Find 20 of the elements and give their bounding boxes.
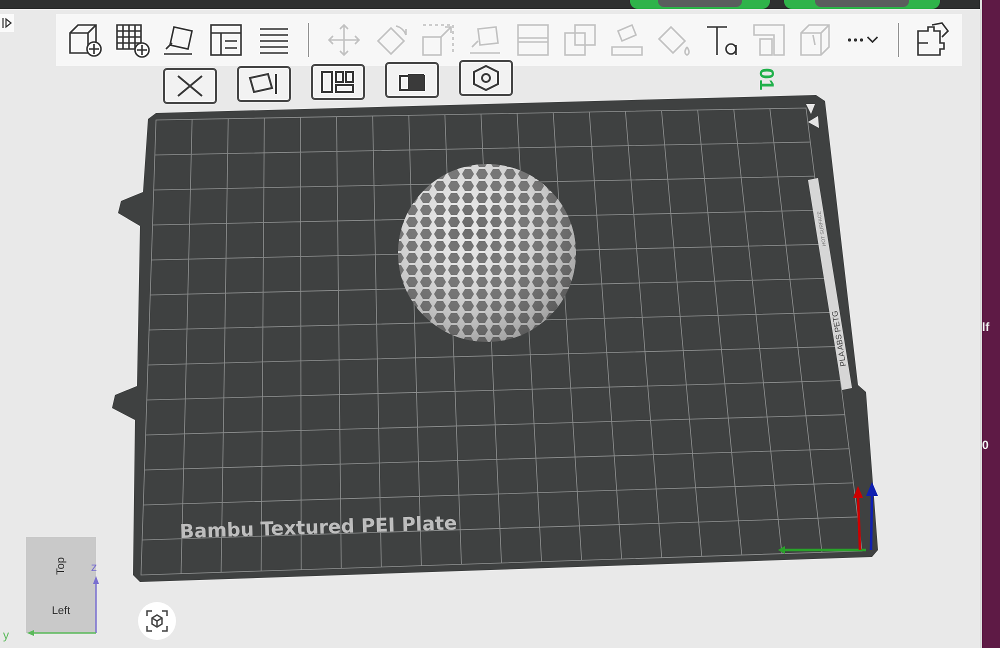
expand-icon [2, 17, 12, 29]
window-text: 0 [982, 438, 990, 452]
cube-face-label: Left [52, 604, 70, 616]
plate-auto-orient-button[interactable] [237, 66, 291, 102]
cube-frame-icon [146, 610, 168, 632]
axis-label: y [3, 628, 9, 642]
sidebar-toggle[interactable] [0, 14, 14, 32]
plate-settings-button[interactable] [459, 60, 513, 96]
view-axes-drawing [27, 576, 99, 636]
plate-arrange-button[interactable] [311, 64, 365, 100]
camera-view-button[interactable] [138, 602, 176, 640]
cube-face-label: Top [55, 556, 67, 574]
top-bar-button[interactable] [630, 0, 770, 9]
plate-corner-mark [806, 104, 819, 128]
materials-label: PLA ABS PETG [830, 310, 848, 368]
window-text: lf [982, 320, 990, 334]
plate-lock-button[interactable] [385, 62, 439, 98]
axis-label: z [91, 560, 97, 574]
plate-delete-button[interactable] [163, 68, 217, 104]
plate-number: 01 [755, 68, 777, 90]
